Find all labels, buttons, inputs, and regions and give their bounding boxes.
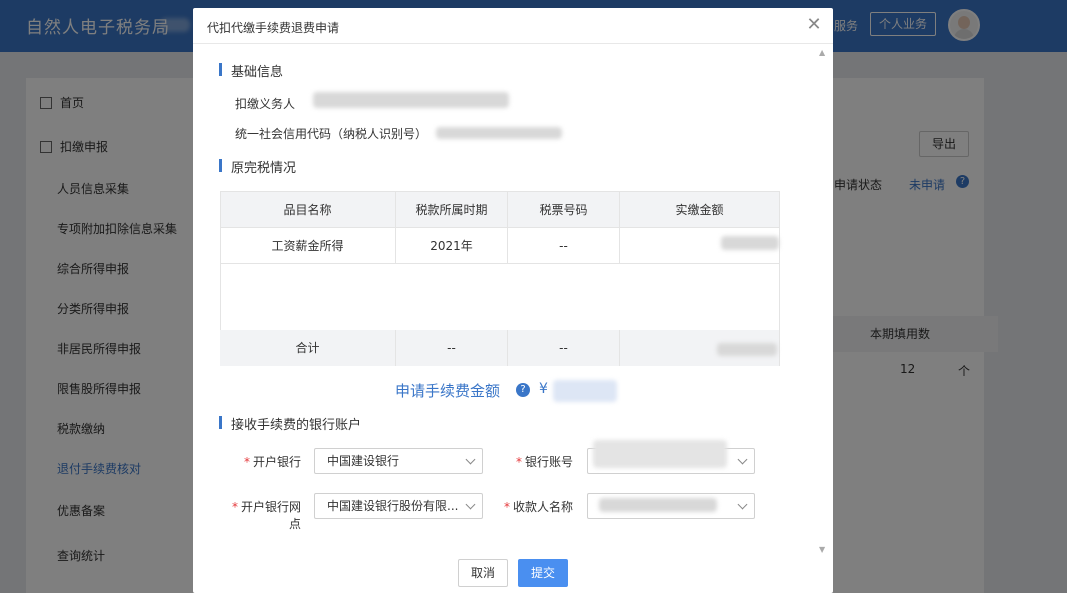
bank-label: * 开户银行: [243, 455, 301, 469]
submit-button[interactable]: 提交: [518, 559, 568, 587]
fee-amount-label: 申请手续费金额: [395, 382, 501, 400]
redacted-withholder: [313, 92, 509, 108]
fee-currency: ¥: [539, 381, 548, 397]
branch-select[interactable]: 中国建设银行股份有限...: [314, 493, 483, 519]
scroll-up-icon[interactable]: ▲: [819, 48, 825, 57]
chevron-down-icon: [737, 454, 748, 465]
section-tax-status: 原完税情况: [219, 157, 296, 176]
redacted-account: [593, 440, 727, 468]
refund-application-modal: 代扣代缴手续费退费申请 ✕ ▲ ▼ 基础信息 扣缴义务人 统一社会信用代码（纳税…: [193, 8, 833, 593]
td-ticket: --: [508, 228, 620, 264]
redacted-amount: [721, 236, 779, 250]
chevron-down-icon: [465, 499, 476, 510]
td-period: 2021年: [396, 228, 508, 264]
modal-title: 代扣代缴手续费退费申请: [207, 21, 340, 35]
branch-label: * 开户银行网点: [231, 500, 301, 531]
th-period: 税款所属时期: [396, 192, 508, 229]
th-item: 品目名称: [220, 192, 396, 229]
credit-code-label: 统一社会信用代码（纳税人识别号）: [235, 127, 428, 141]
th-amount: 实缴金额: [620, 192, 780, 229]
chevron-down-icon: [737, 499, 748, 510]
modal-header: 代扣代缴手续费退费申请 ✕: [193, 8, 833, 44]
close-icon[interactable]: ✕: [805, 16, 823, 34]
th-ticket: 税票号码: [508, 192, 620, 229]
section-basic-info: 基础信息: [219, 61, 283, 80]
td-total-ticket: --: [508, 330, 620, 366]
table-row: 工资薪金所得 2021年 --: [220, 228, 780, 264]
withholder-label: 扣缴义务人: [235, 97, 296, 111]
redacted-total-amount: [717, 343, 777, 356]
td-total-period: --: [396, 330, 508, 366]
chevron-down-icon: [465, 454, 476, 465]
account-label: * 银行账号: [515, 455, 573, 469]
td-total-label: 合计: [220, 330, 396, 366]
table-header: 品目名称 税款所属时期 税票号码 实缴金额: [220, 191, 780, 229]
table-total-row: 合计 -- --: [220, 330, 780, 366]
td-item: 工资薪金所得: [220, 228, 396, 264]
bank-select[interactable]: 中国建设银行: [314, 448, 483, 474]
cancel-button[interactable]: 取消: [458, 559, 508, 587]
redacted-fee-amount: [553, 380, 617, 402]
section-bank-account: 接收手续费的银行账户: [219, 414, 361, 433]
table-empty-area: [220, 264, 780, 330]
help-icon[interactable]: ?: [516, 383, 530, 397]
scroll-down-icon[interactable]: ▼: [819, 545, 825, 554]
redacted-credit-code: [436, 127, 562, 139]
redacted-payee: [599, 498, 717, 512]
payee-label: * 收款人名称: [503, 500, 573, 514]
